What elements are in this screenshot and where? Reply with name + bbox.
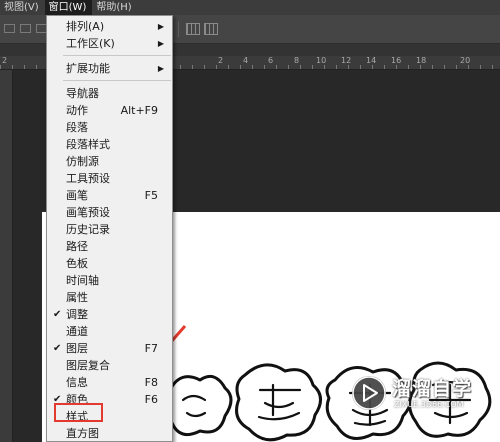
distribute-icon[interactable] xyxy=(186,23,200,35)
menu-separator xyxy=(63,55,171,56)
menu-item-label: 调整 xyxy=(66,308,88,321)
ruler-label: 10 xyxy=(316,56,327,65)
menu-item-label: 工具预设 xyxy=(66,172,110,185)
toolbar-divider xyxy=(178,21,179,37)
menu-item-label: 时间轴 xyxy=(66,274,99,287)
shortcut-label: F6 xyxy=(144,393,158,406)
menu-bar: 视图(V) 窗口(W) 帮助(H) xyxy=(0,0,500,15)
window-menu-dropdown: 排列(A) ▶ 工作区(K) ▶ 扩展功能 ▶ 导航器 动作 Alt+F9 段落… xyxy=(46,15,173,442)
menu-window[interactable]: 窗口(W) xyxy=(44,0,93,15)
ruler-label: 20 xyxy=(460,56,471,65)
shortcut-label: F7 xyxy=(144,342,158,355)
shortcut-label: F8 xyxy=(144,376,158,389)
menu-item-navigator[interactable]: 导航器 xyxy=(47,85,172,102)
align-left-icon[interactable] xyxy=(4,24,15,33)
menu-item-label: 工作区(K) xyxy=(66,37,115,50)
play-logo-icon xyxy=(352,376,386,410)
menu-item-label: 排列(A) xyxy=(66,20,105,33)
menu-item-label: 仿制源 xyxy=(66,155,99,168)
ruler-label: 4 xyxy=(243,56,249,65)
watermark-url: ZIXUE.3D66.COM xyxy=(394,400,464,409)
align-center-icon[interactable] xyxy=(20,24,31,33)
left-ruler xyxy=(0,70,13,442)
menu-separator xyxy=(63,80,171,81)
menu-view[interactable]: 视图(V) xyxy=(0,0,45,15)
menu-item-label: 扩展功能 xyxy=(66,62,110,75)
menu-item-label: 动作 xyxy=(66,104,88,117)
highlight-box xyxy=(54,403,103,422)
ruler-label: 18 xyxy=(416,56,427,65)
menu-item-label: 色板 xyxy=(66,257,88,270)
shortcut-label: F5 xyxy=(144,189,158,202)
shortcut-label: Alt+F9 xyxy=(120,104,158,117)
menu-item-label: 导航器 xyxy=(66,87,99,100)
menu-item-info[interactable]: 信息 F8 xyxy=(47,374,172,391)
checkmark-icon: ✔ xyxy=(53,343,62,354)
ruler-label: 2 xyxy=(218,56,224,65)
menu-item-paragraph-styles[interactable]: 段落样式 xyxy=(47,136,172,153)
menu-item-properties[interactable]: 属性 xyxy=(47,289,172,306)
checkmark-icon: ✔ xyxy=(53,309,62,320)
menu-item-layers[interactable]: ✔ 图层 F7 xyxy=(47,340,172,357)
menu-item-adjustments[interactable]: ✔ 调整 xyxy=(47,306,172,323)
menu-item-extensions[interactable]: 扩展功能 ▶ xyxy=(47,60,172,77)
menu-item-timeline[interactable]: 时间轴 xyxy=(47,272,172,289)
menu-item-label: 画笔预设 xyxy=(66,206,110,219)
menu-item-label: 图层 xyxy=(66,342,88,355)
menu-item-label: 直方图 xyxy=(66,427,99,440)
menu-item-label: 属性 xyxy=(66,291,88,304)
menu-item-channels[interactable]: 通道 xyxy=(47,323,172,340)
menu-item-clone-source[interactable]: 仿制源 xyxy=(47,153,172,170)
menu-help[interactable]: 帮助(H) xyxy=(92,0,137,15)
ruler-label: 6 xyxy=(268,56,274,65)
menu-item-brush-presets[interactable]: 画笔预设 xyxy=(47,204,172,221)
menu-item-workspace[interactable]: 工作区(K) ▶ xyxy=(47,35,172,52)
ruler-label: 14 xyxy=(366,56,377,65)
distribute-alt-icon[interactable] xyxy=(204,23,218,35)
menu-item-label: 通道 xyxy=(66,325,88,338)
menu-item-label: 信息 xyxy=(66,376,88,389)
menu-item-tool-presets[interactable]: 工具预设 xyxy=(47,170,172,187)
menu-item-label: 历史记录 xyxy=(66,223,110,236)
watermark: 溜溜自学 ZIXUE.3D66.COM xyxy=(352,374,498,414)
menu-item-label: 路径 xyxy=(66,240,88,253)
menu-item-label: 段落 xyxy=(66,121,88,134)
ruler-label: 16 xyxy=(391,56,402,65)
submenu-arrow-icon: ▶ xyxy=(157,22,164,31)
menu-item-actions[interactable]: 动作 Alt+F9 xyxy=(47,102,172,119)
menu-item-label: 段落样式 xyxy=(66,138,110,151)
menu-item-brush[interactable]: 画笔 F5 xyxy=(47,187,172,204)
menu-item-history[interactable]: 历史记录 xyxy=(47,221,172,238)
watermark-title: 溜溜自学 xyxy=(392,378,473,400)
menu-item-label: 画笔 xyxy=(66,189,88,202)
menu-item-arrange[interactable]: 排列(A) ▶ xyxy=(47,18,172,35)
menu-item-label: 图层复合 xyxy=(66,359,110,372)
menu-item-paths[interactable]: 路径 xyxy=(47,238,172,255)
menu-item-swatches[interactable]: 色板 xyxy=(47,255,172,272)
ruler-label: 12 xyxy=(341,56,352,65)
ruler-label: 8 xyxy=(294,56,300,65)
menu-item-paragraph[interactable]: 段落 xyxy=(47,119,172,136)
menu-item-histogram[interactable]: 直方图 xyxy=(47,425,172,442)
submenu-arrow-icon: ▶ xyxy=(157,39,164,48)
submenu-arrow-icon: ▶ xyxy=(157,64,164,73)
menu-item-layer-comps[interactable]: 图层复合 xyxy=(47,357,172,374)
ruler-label: 2 xyxy=(2,56,8,65)
